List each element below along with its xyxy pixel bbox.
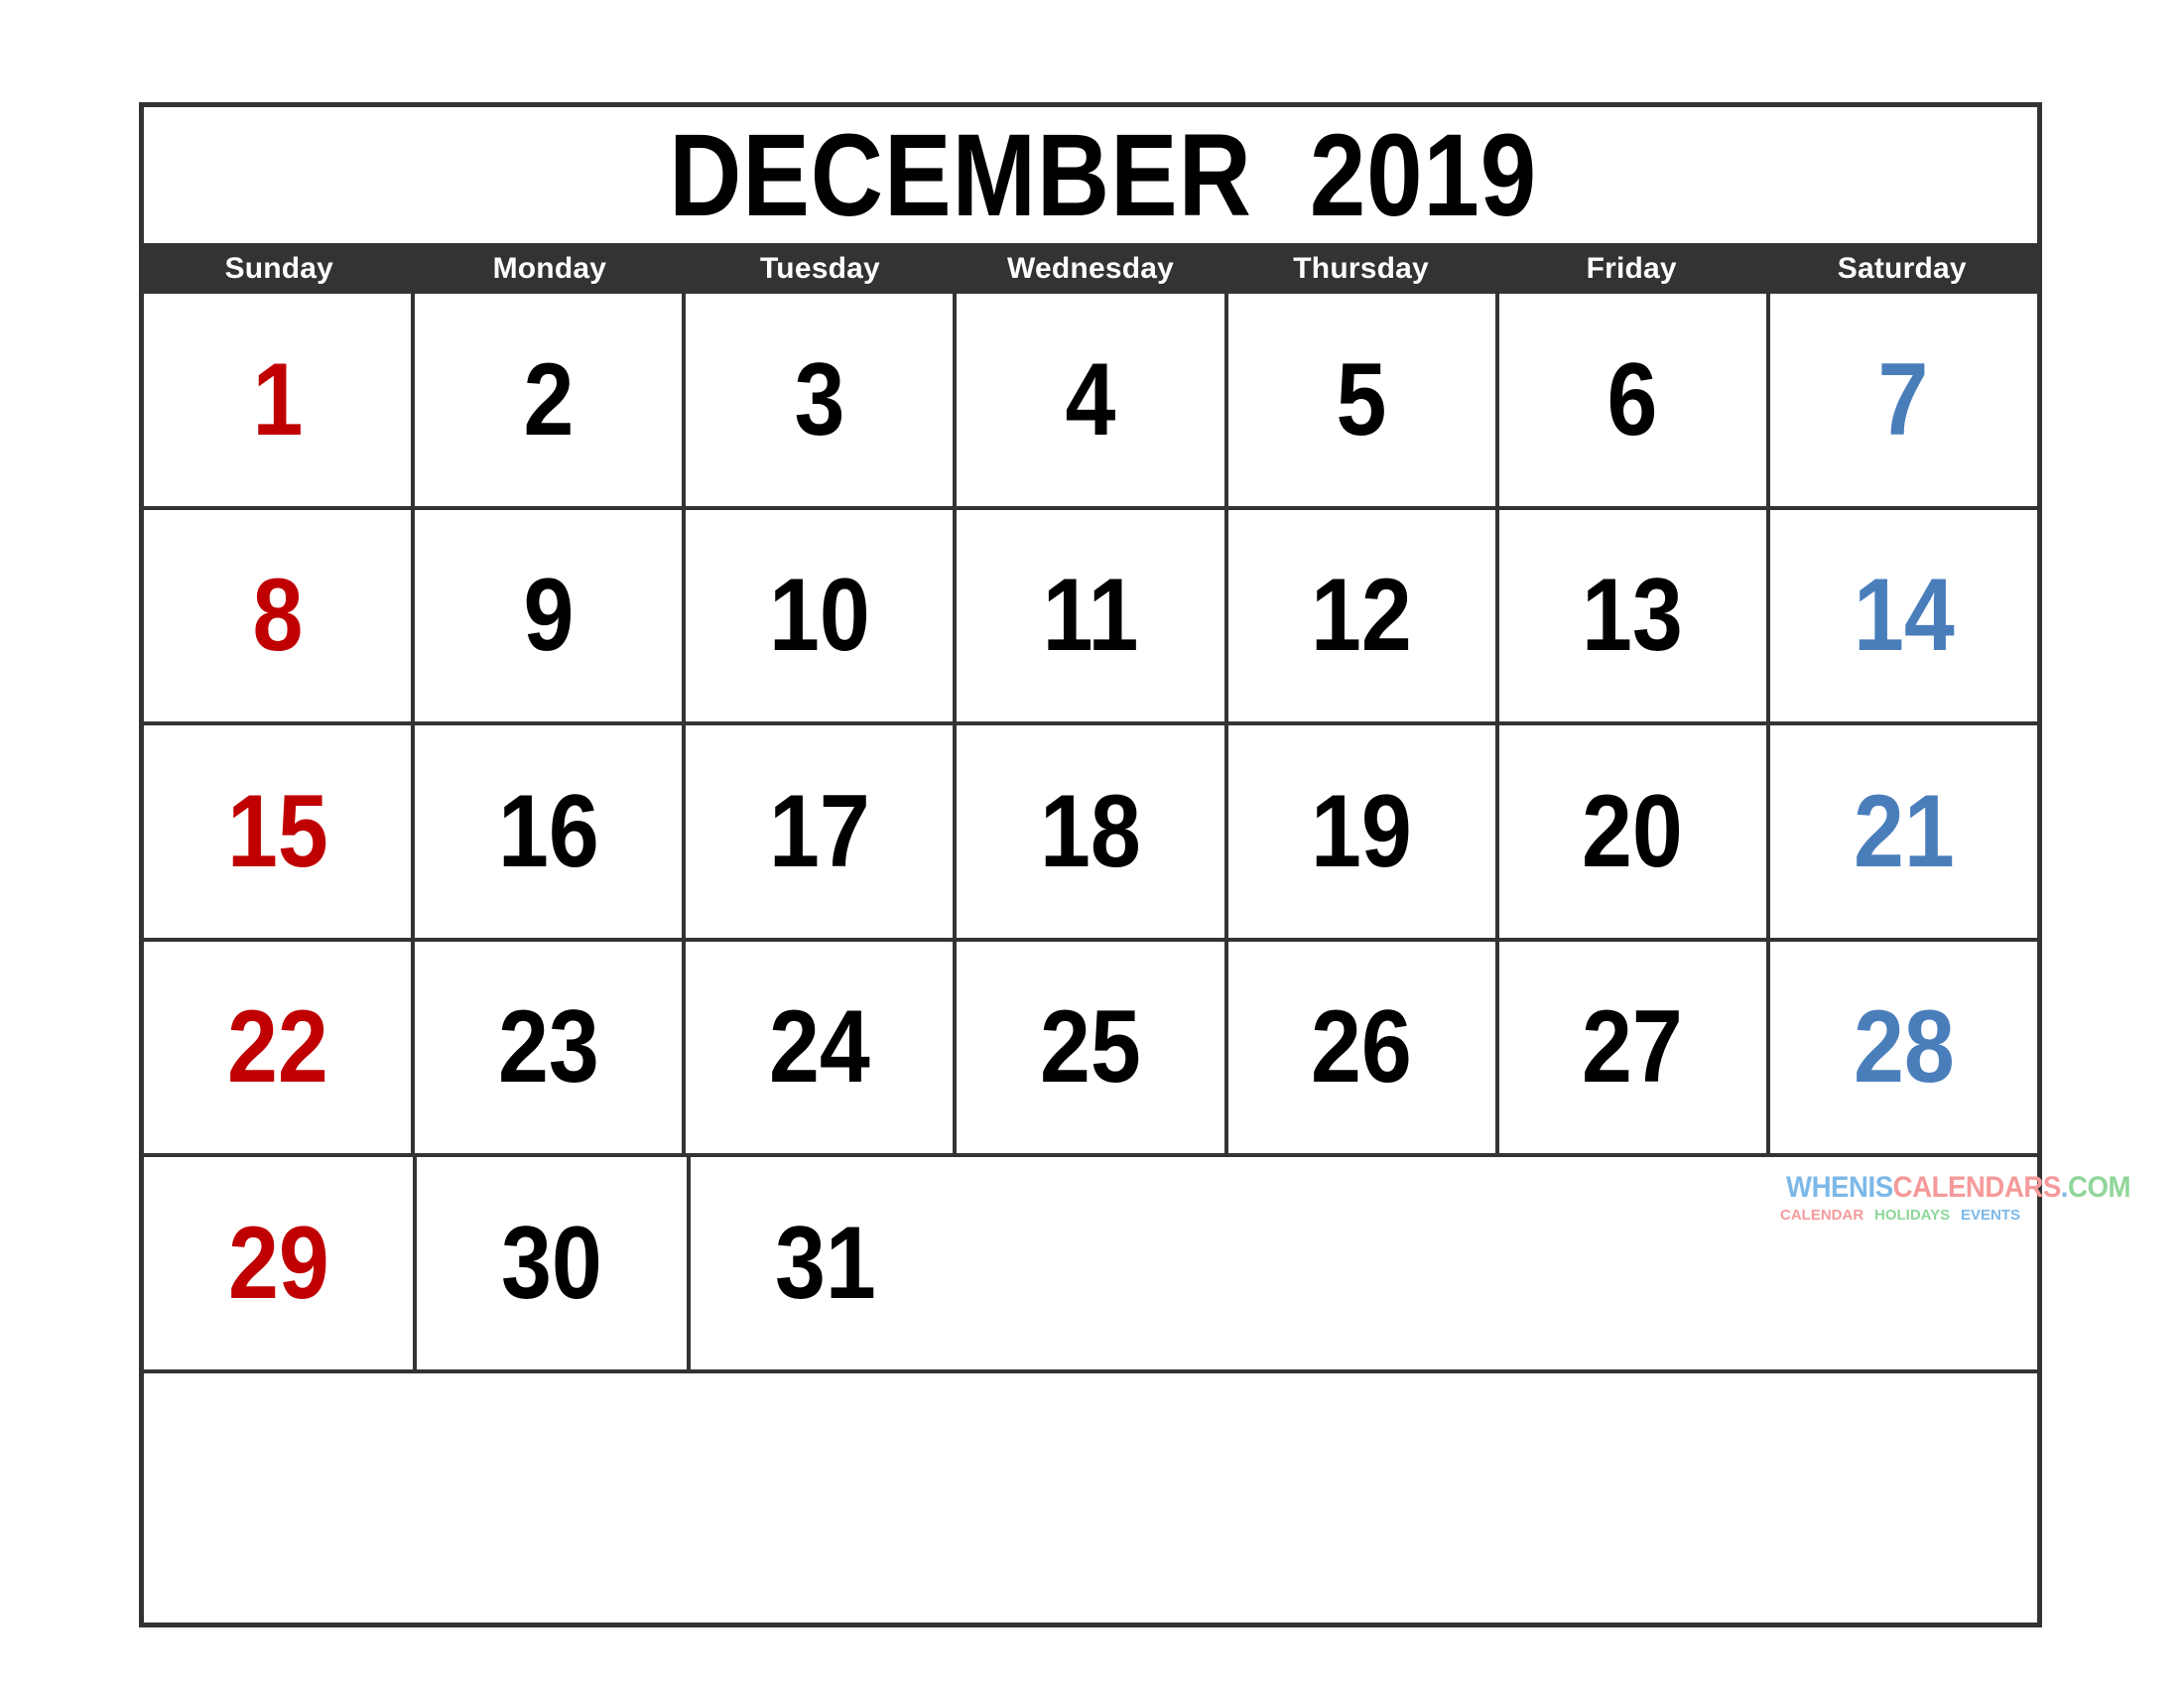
day-cell[interactable]: 26 [1228, 941, 1499, 1153]
day-number: 2 [523, 341, 575, 457]
day-number: 7 [1877, 341, 1929, 457]
day-number: 5 [1336, 341, 1387, 457]
day-cell[interactable]: 25 [957, 941, 1228, 1153]
calendar-frame: DECEMBER 2019 Sunday Monday Tuesday Wedn… [139, 102, 2130, 1627]
day-number: 31 [774, 1205, 876, 1321]
day-number: 10 [768, 558, 870, 674]
day-number: 30 [501, 1205, 603, 1321]
day-number: 6 [1606, 341, 1658, 457]
day-cell[interactable]: 7 [1770, 294, 2037, 506]
day-number: 28 [1853, 989, 1955, 1105]
day-number: 1 [252, 341, 304, 457]
day-cell[interactable]: 13 [1499, 509, 1770, 721]
calendar-week-row: 1 2 3 4 5 6 7 [144, 294, 2037, 510]
day-cell[interactable]: 6 [1499, 294, 1770, 506]
watermark-part-dot: . [2060, 1171, 2069, 1204]
day-cell[interactable]: 31 [691, 1157, 960, 1369]
day-cell[interactable]: 29 [144, 1157, 418, 1369]
day-number: 17 [768, 773, 870, 889]
day-cell[interactable]: 19 [1228, 725, 1499, 938]
day-number: 12 [1311, 558, 1413, 674]
calendar-day-grid: 1 2 3 4 5 6 7 8 9 10 11 12 13 14 15 16 1… [144, 294, 2037, 1623]
day-number: 29 [227, 1205, 329, 1321]
day-cell[interactable]: 30 [417, 1157, 691, 1369]
day-cell[interactable]: 22 [144, 941, 416, 1153]
day-cell[interactable]: 23 [415, 941, 687, 1153]
day-number: 26 [1311, 989, 1413, 1105]
day-cell[interactable]: 27 [1499, 941, 1770, 1153]
day-cell[interactable]: 12 [1228, 509, 1499, 721]
watermark-part-com: COM [2067, 1171, 2131, 1204]
day-number: 11 [1042, 558, 1139, 674]
day-cell[interactable]: 18 [957, 725, 1228, 938]
day-number: 13 [1582, 558, 1684, 674]
day-number: 22 [226, 989, 328, 1105]
day-number: 9 [523, 558, 575, 674]
day-cell-empty[interactable] [1766, 1373, 2037, 1623]
day-cell[interactable]: 17 [686, 725, 958, 938]
weekday-header-saturday: Saturday [1837, 251, 1967, 285]
weekday-header-tuesday: Tuesday [760, 251, 880, 285]
day-cell[interactable]: 24 [686, 941, 958, 1153]
day-number: 21 [1853, 773, 1955, 889]
calendar-page: DECEMBER 2019 Sunday Monday Tuesday Wedn… [0, 0, 2184, 1688]
calendar-week-row-empty [144, 1373, 2037, 1623]
day-cell-empty[interactable] [1496, 1373, 1767, 1623]
calendar-week-row: 29 30 31 [144, 1157, 2037, 1373]
day-cell-empty[interactable] [1498, 1157, 1767, 1369]
day-number: 20 [1582, 773, 1684, 889]
day-cell-empty[interactable] [956, 1373, 1226, 1623]
day-cell[interactable]: 20 [1499, 725, 1770, 938]
day-cell[interactable]: 5 [1228, 294, 1499, 506]
day-cell[interactable]: 2 [415, 294, 687, 506]
day-number: 27 [1582, 989, 1684, 1105]
day-cell[interactable]: 14 [1770, 510, 2037, 722]
day-cell[interactable]: 11 [957, 509, 1228, 721]
page-title: DECEMBER 2019 [669, 109, 1538, 241]
weekday-header-thursday: Thursday [1293, 251, 1429, 285]
day-cell[interactable]: 28 [1770, 942, 2037, 1154]
day-cell[interactable]: 10 [686, 509, 958, 721]
day-cell[interactable]: 15 [144, 725, 416, 938]
day-number: 8 [252, 558, 304, 674]
day-cell[interactable]: 21 [1770, 725, 2037, 938]
weekday-header-friday: Friday [1586, 251, 1677, 285]
day-cell-empty[interactable] [1229, 1157, 1498, 1369]
calendar-week-row: 15 16 17 18 19 20 21 [144, 725, 2037, 942]
day-cell[interactable]: 8 [144, 509, 416, 721]
weekday-header-row: Sunday Monday Tuesday Wednesday Thursday… [144, 243, 2037, 294]
day-number: 15 [226, 773, 328, 889]
day-number: 18 [1040, 773, 1141, 889]
day-cell-empty[interactable] [1225, 1373, 1496, 1623]
day-cell[interactable]: 4 [957, 294, 1228, 506]
calendar-week-row: 8 9 10 11 12 13 14 [144, 509, 2037, 725]
day-cell-empty[interactable] [1768, 1157, 2037, 1369]
day-cell[interactable]: 9 [415, 509, 687, 721]
day-cell-empty[interactable] [685, 1373, 956, 1623]
day-number: 4 [1065, 341, 1116, 457]
day-cell[interactable]: 1 [144, 294, 416, 506]
weekday-header-monday: Monday [492, 251, 607, 285]
day-number: 19 [1311, 773, 1413, 889]
weekday-header-wednesday: Wednesday [1007, 251, 1175, 285]
calendar-week-row: 22 23 24 25 26 27 28 [144, 941, 2037, 1157]
day-number: 25 [1040, 989, 1141, 1105]
calendar-title-bar: DECEMBER 2019 [144, 107, 2037, 243]
day-number: 16 [497, 773, 599, 889]
day-cell[interactable]: 3 [686, 294, 958, 506]
day-cell-empty[interactable] [415, 1373, 686, 1623]
day-cell-empty[interactable] [960, 1157, 1228, 1369]
day-cell-empty[interactable] [144, 1373, 415, 1623]
day-number: 23 [497, 989, 599, 1105]
day-number: 14 [1853, 558, 1955, 674]
day-number: 3 [794, 341, 845, 457]
day-cell[interactable]: 16 [415, 725, 687, 938]
weekday-header-sunday: Sunday [224, 251, 334, 285]
day-number: 24 [768, 989, 870, 1105]
